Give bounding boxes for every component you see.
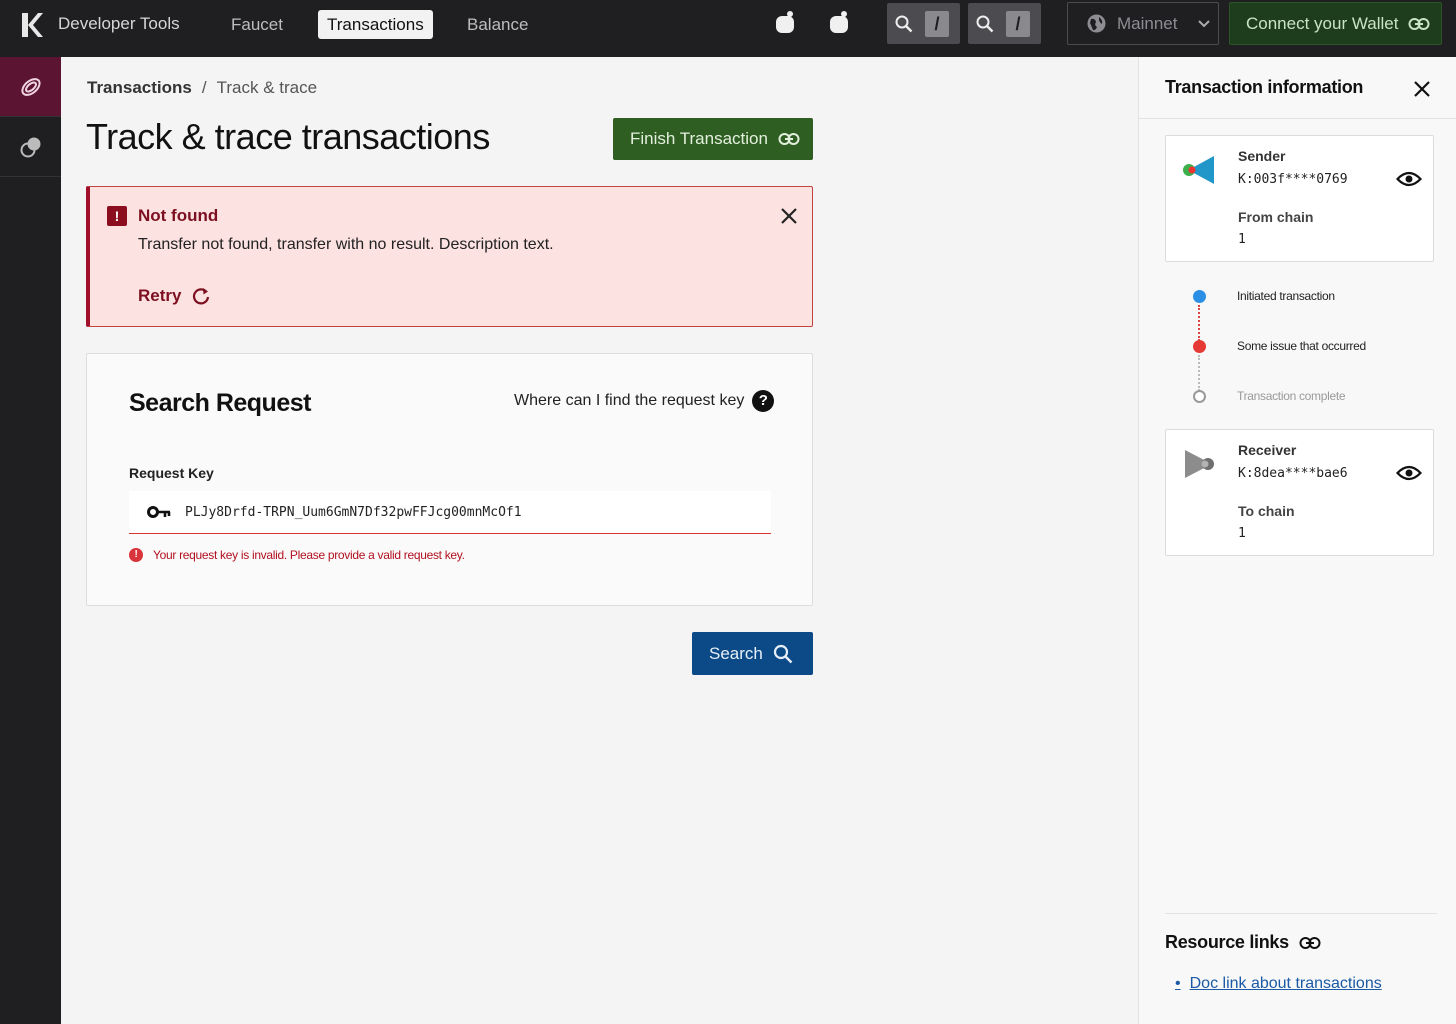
resource-link-item[interactable]: • Doc link about transactions [1175,975,1382,993]
receiver-logo-icon [1185,450,1214,478]
rail-item-balance[interactable] [0,117,61,177]
breadcrumb-separator: / [201,78,207,97]
step-initiated: Initiated transaction [1237,289,1335,303]
search-label: Search [709,643,763,663]
search-button[interactable]: Search [692,632,813,675]
receiver-label: Receiver [1238,442,1297,458]
from-chain-label: From chain [1238,209,1314,225]
field-error: ! Your request key is invalid. Please pr… [129,548,465,562]
receiver-card: Receiver K:8dea****bae6 To chain 1 [1165,429,1434,556]
refresh-icon [193,288,210,305]
search-request-card: Search Request Where can I find the requ… [86,353,813,606]
nav-link-balance[interactable]: Balance [458,10,537,39]
network-select[interactable]: Mainnet [1067,2,1219,45]
step-complete: Transaction complete [1237,389,1346,403]
sender-logo-icon [1183,156,1214,184]
page-title: Track & trace transactions [86,116,490,157]
request-key-help-link[interactable]: Where can I find the request key ? [514,390,775,412]
retry-label: Retry [138,286,182,305]
finish-transaction-button[interactable]: Finish Transaction [613,118,813,160]
doc-link[interactable]: Doc link about transactions [1190,975,1382,993]
receiver-address: K:8dea****bae6 [1238,466,1348,481]
step-dot-issue [1193,340,1206,353]
step-dot-complete [1193,390,1206,403]
eye-icon[interactable] [1396,463,1422,483]
alert-warning-icon: ! [107,206,127,226]
resource-links-heading: Resource links [1165,932,1321,953]
list-bullet: • [1175,975,1181,992]
breadcrumb-current: Track & trace [216,78,318,97]
card-title: Search Request [129,389,311,417]
transaction-info-panel: Transaction information Sender K:003f***… [1138,57,1456,1024]
resource-links-title: Resource links [1165,932,1289,952]
nav-link-transactions[interactable]: Transactions [318,10,433,39]
apple-icon[interactable] [827,10,851,36]
close-icon[interactable] [1411,78,1433,100]
shortcut-key: / [925,10,949,37]
from-chain-value: 1 [1238,232,1246,247]
connect-wallet-button[interactable]: Connect your Wallet [1229,2,1442,45]
step-issue: Some issue that occurred [1237,339,1366,353]
search-icon [976,15,994,32]
alert-title: Not found [138,206,219,225]
top-nav: Developer Tools Faucet Transactions Bala… [0,0,1456,57]
link-icon [1408,17,1430,30]
search-icon [895,15,913,32]
request-key-field[interactable] [129,491,771,534]
error-alert: ! Not found Transfer not found, transfer… [86,186,813,327]
eye-icon[interactable] [1396,169,1422,189]
shortcut-key: / [1006,10,1030,37]
nav-link-faucet[interactable]: Faucet [222,10,292,39]
connect-wallet-label: Connect your Wallet [1246,13,1399,33]
close-icon[interactable] [778,205,800,227]
finish-transaction-label: Finish Transaction [630,129,768,148]
key-icon [147,506,171,518]
search-button[interactable]: / [887,3,960,44]
globe-icon [1087,14,1106,33]
apple-icon[interactable] [773,10,797,36]
sender-card: Sender K:003f****0769 From chain 1 [1165,135,1434,262]
field-error-text: Your request key is invalid. Please prov… [153,548,465,562]
search-icon [773,644,793,663]
transactions-icon [20,77,41,96]
rail-item-transactions[interactable] [0,57,61,117]
network-label: Mainnet [1117,13,1178,33]
request-key-input[interactable] [185,504,745,520]
step-dot-initiated [1193,290,1206,303]
question-icon: ? [752,390,775,412]
request-key-label: Request Key [129,465,214,481]
balance-icon [20,137,40,157]
link-icon [1299,936,1321,949]
error-icon: ! [129,548,143,562]
breadcrumb-transactions[interactable]: Transactions [87,78,192,98]
divider [1165,913,1437,914]
step-connector [1198,305,1200,341]
help-label: Where can I find the request key [514,392,745,409]
to-chain-value: 1 [1238,526,1246,541]
app-title: Developer Tools [58,14,180,33]
panel-header: Transaction information [1139,57,1456,119]
to-chain-label: To chain [1238,503,1295,519]
search-button[interactable]: / [968,3,1041,44]
sender-address: K:003f****0769 [1238,172,1348,187]
side-rail [0,57,61,1024]
link-icon [778,133,800,145]
alert-description: Transfer not found, transfer with no res… [138,236,554,253]
breadcrumb: Transactions / Track & trace [87,78,317,98]
kadena-logo-icon[interactable] [20,12,44,38]
retry-button[interactable]: Retry [138,286,211,306]
panel-title: Transaction information [1165,77,1364,97]
sender-label: Sender [1238,148,1286,164]
step-connector [1198,355,1200,391]
chevron-down-icon [1198,19,1211,27]
